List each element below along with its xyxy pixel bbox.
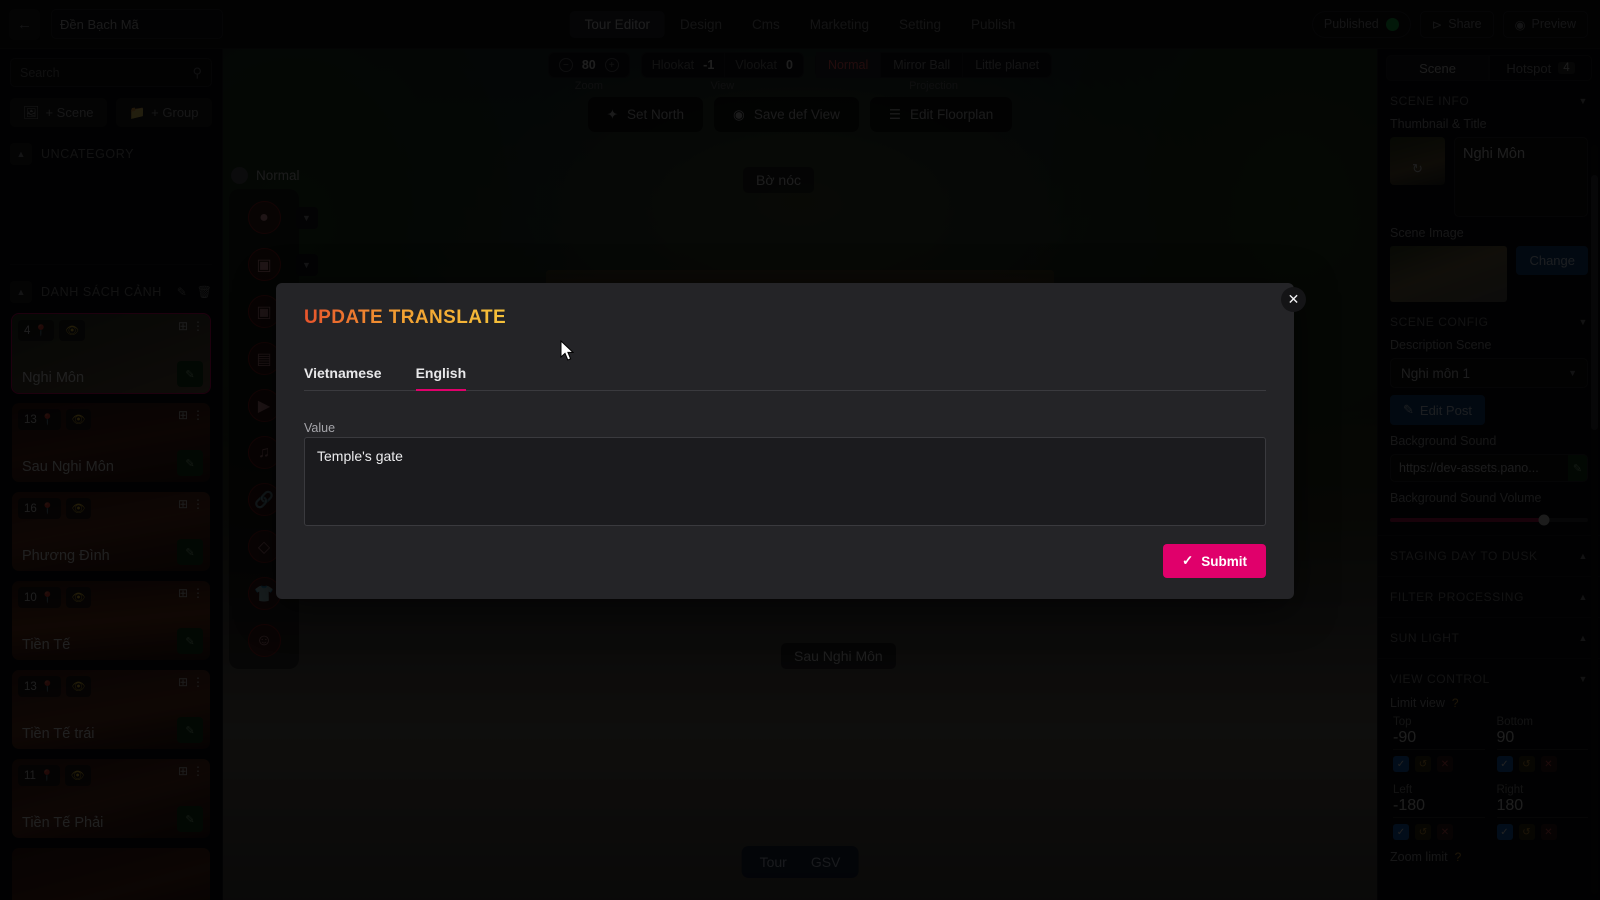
check-icon: ✓	[1181, 553, 1194, 568]
update-translate-modal: ✕ UPDATE TRANSLATE Vietnamese English Va…	[276, 283, 1306, 599]
submit-button[interactable]: ✓ Submit	[1162, 544, 1266, 578]
submit-label: Submit	[1201, 553, 1247, 569]
value-label: Value	[304, 421, 336, 435]
tab-vietnamese[interactable]: Vietnamese	[304, 365, 382, 390]
modal-language-tabs: Vietnamese English	[304, 365, 1266, 391]
value-textarea[interactable]: Temple's gate	[304, 437, 1266, 526]
close-icon[interactable]: ✕	[1281, 287, 1306, 312]
tab-english[interactable]: English	[415, 365, 466, 391]
modal-title: UPDATE TRANSLATE	[304, 307, 507, 328]
